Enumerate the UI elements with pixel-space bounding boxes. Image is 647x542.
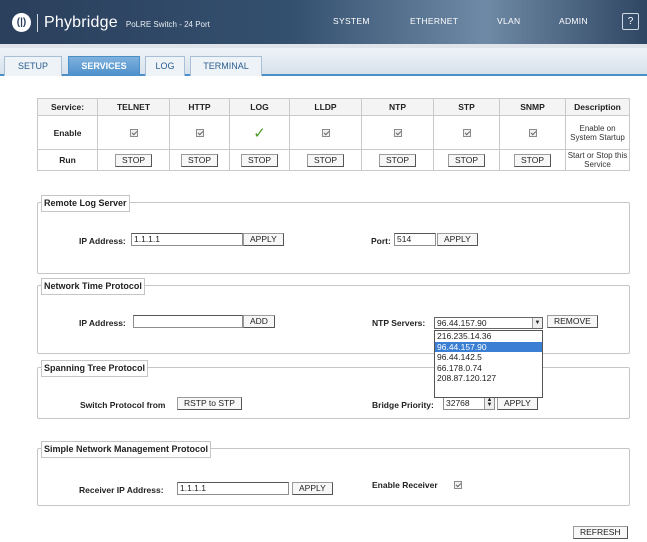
remote-log-port-input[interactable]: 514 [394,233,436,246]
tab-terminal[interactable]: TERMINAL [190,56,262,76]
stop-telnet-button[interactable]: STOP [115,153,152,167]
snmp-receiver-ip-input[interactable]: 1.1.1.1 [177,482,289,495]
enable-description: Enable on System Startup [565,115,630,150]
enable-lldp-checkbox[interactable] [321,129,330,138]
stop-log-button[interactable]: STOP [241,153,278,167]
enable-row: Enable ✓ Enable on System Startup [37,115,630,150]
remote-log-ip-label: IP Address: [79,236,126,246]
stop-ntp-button[interactable]: STOP [379,153,416,167]
chevron-down-icon[interactable]: ▼ [532,318,542,328]
ntp-server-option[interactable]: 208.87.120.127 [435,373,542,384]
refresh-button[interactable]: REFRESH [573,526,628,539]
description-header: Description [565,98,630,116]
remote-log-apply-button[interactable]: APPLY [243,233,284,246]
main-page: SETUP SERVICES LOG TERMINAL Service: TEL… [0,48,647,542]
help-icon[interactable]: ? [622,13,639,30]
enable-ntp-checkbox[interactable] [393,129,402,138]
stop-http-button[interactable]: STOP [181,153,218,167]
ntp-selected-server: 96.44.157.90 [437,318,487,328]
enable-row-label: Enable [37,115,98,150]
stop-lldp-button[interactable]: STOP [307,153,344,167]
services-table: Service: TELNET HTTP LOG LLDP NTP STP SN… [37,98,630,171]
tab-setup[interactable]: SETUP [4,56,62,76]
ntp-servers-select[interactable]: 96.44.157.90 ▼ [434,317,543,329]
remote-log-port-apply-button[interactable]: APPLY [437,233,478,246]
top-bar: (|) Phybridge PoLRE Switch - 24 Port SYS… [0,0,647,44]
enable-http-checkbox[interactable] [195,129,204,138]
stp-title: Spanning Tree Protocol [41,360,149,377]
brand-name: Phybridge [44,13,118,31]
service-stp-header: STP [433,98,500,116]
ntp-remove-button[interactable]: REMOVE [547,315,598,328]
ntp-servers-dropdown: 216.235.14.36 96.44.157.90 96.44.142.5 6… [434,330,543,398]
stop-snmp-button[interactable]: STOP [514,153,551,167]
logo: (|) Phybridge PoLRE Switch - 24 Port [12,13,210,32]
stp-switch-button[interactable]: RSTP to STP [177,397,242,410]
snmp-section: Simple Network Management Protocol [37,441,630,506]
ntp-server-option[interactable]: 96.44.142.5 [435,352,542,363]
service-http-header: HTTP [169,98,230,116]
bridge-priority-label: Bridge Priority: [372,400,434,410]
service-telnet-header: TELNET [97,98,170,116]
spinner-arrows-icon[interactable]: ▲ ▼ [484,397,494,409]
tab-bar: SETUP SERVICES LOG TERMINAL [0,48,647,76]
service-ntp-header: NTP [361,98,434,116]
phybridge-logo-icon: (|) [12,13,31,32]
remote-log-ip-input[interactable]: 1.1.1.1 [131,233,243,246]
enable-stp-checkbox[interactable] [462,129,471,138]
ntp-server-option[interactable]: 216.235.14.36 [435,331,542,342]
run-row: Run STOP STOP STOP STOP STOP STOP STOP S… [37,149,630,171]
enable-log-check-icon[interactable]: ✓ [253,125,266,142]
ntp-ip-input[interactable] [133,315,243,328]
ntp-server-option[interactable]: 66.178.0.74 [435,363,542,374]
nav-vlan[interactable]: VLAN [497,16,520,26]
remote-log-port-label: Port: [371,236,391,246]
service-log-header: LOG [229,98,290,116]
run-row-label: Run [37,149,98,171]
enable-telnet-checkbox[interactable] [129,129,138,138]
nav-system[interactable]: SYSTEM [333,16,370,26]
snmp-title: Simple Network Management Protocol [41,441,212,458]
enable-receiver-checkbox[interactable] [454,481,462,489]
stop-stp-button[interactable]: STOP [448,153,485,167]
bridge-priority-value: 32768 [446,398,470,408]
bridge-priority-input[interactable]: 32768 ▲ ▼ [443,397,495,410]
ntp-ip-label: IP Address: [79,318,126,328]
enable-snmp-checkbox[interactable] [528,129,537,138]
run-description: Start or Stop this Service [565,149,630,171]
logo-divider [37,13,38,32]
service-lldp-header: LLDP [289,98,362,116]
ntp-servers-label: NTP Servers: [372,318,426,328]
service-column-label: Service: [37,98,98,116]
snmp-receiver-ip-label: Receiver IP Address: [79,485,164,495]
bridge-priority-apply-button[interactable]: APPLY [497,397,538,410]
nav-ethernet[interactable]: ETHERNET [410,16,458,26]
product-name: PoLRE Switch - 24 Port [125,19,210,29]
remote-log-title: Remote Log Server [41,195,130,212]
ntp-title: Network Time Protocol [41,278,145,295]
services-header-row: Service: TELNET HTTP LOG LLDP NTP STP SN… [37,98,630,116]
snmp-apply-button[interactable]: APPLY [292,482,333,495]
nav-admin[interactable]: ADMIN [559,16,588,26]
stp-switch-label: Switch Protocol from [80,400,166,410]
ntp-server-option-highlighted[interactable]: 96.44.157.90 [435,341,542,352]
tab-log[interactable]: LOG [145,56,185,76]
ntp-add-button[interactable]: ADD [243,315,275,328]
tab-services[interactable]: SERVICES [68,56,140,76]
enable-receiver-label: Enable Receiver [372,480,438,490]
service-snmp-header: SNMP [499,98,566,116]
